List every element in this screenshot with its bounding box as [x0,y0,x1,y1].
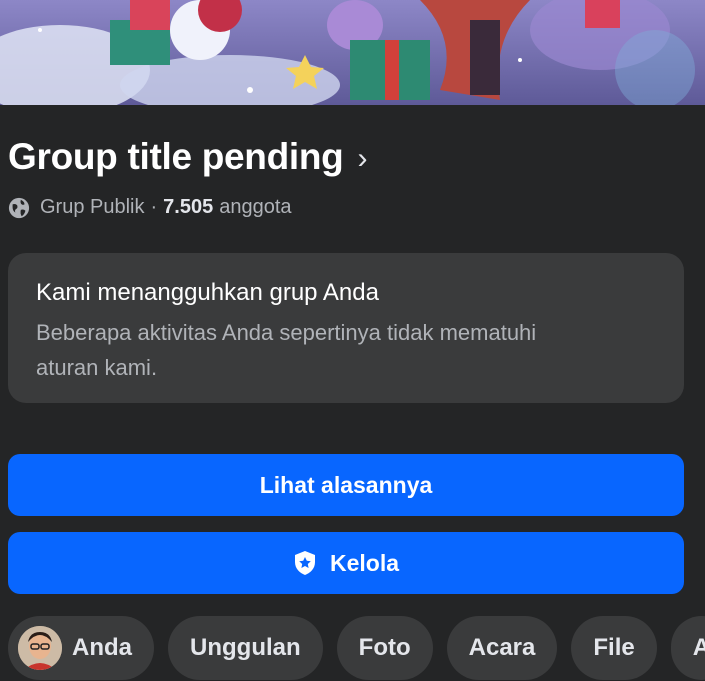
group-meta: Grup Publik · 7.505 anggota [8,196,292,219]
manage-label: Kelola [329,549,400,576]
member-count: 7.505 [163,196,214,218]
tab-label: Anda [72,634,132,661]
suspension-notice: Kami menangguhkan grup Anda Beberapa akt… [8,253,684,403]
tab-photos[interactable]: Foto [336,616,433,680]
group-cover-photo[interactable] [0,0,705,105]
tab-label: Foto [358,634,411,661]
tab-more-partial[interactable]: A [670,616,705,680]
group-tabs: Anda Unggulan Foto Acara File A [8,616,705,680]
tab-label: A [692,634,705,661]
member-label: anggota [219,196,292,218]
tab-featured[interactable]: Unggulan [168,616,323,680]
tab-label: File [593,634,635,661]
tab-events[interactable]: Acara [446,616,558,680]
group-title: Group title pending [8,136,344,177]
chevron-right-icon: › [357,142,368,175]
tab-you[interactable]: Anda [8,616,154,680]
globe-icon [8,197,30,218]
cover-illustration [0,0,705,105]
tab-files[interactable]: File [571,616,657,680]
tab-label: Acara [468,634,536,661]
notice-body-line-1: Beberapa aktivitas Anda sepertinya tidak… [36,320,537,345]
shield-star-icon [294,551,315,575]
group-privacy: Grup Publik [40,196,145,218]
meta-separator: · [150,196,158,218]
manage-button[interactable]: Kelola [8,532,684,594]
avatar [18,626,62,670]
notice-body-line-2: aturan kami. [36,355,158,380]
tab-label: Unggulan [190,634,301,661]
see-reason-label: Lihat alasannya [259,471,433,498]
notice-title: Kami menangguhkan grup Anda [36,279,379,306]
see-reason-button[interactable]: Lihat alasannya [8,454,684,516]
group-title-row[interactable]: Group title pending › [8,136,367,178]
